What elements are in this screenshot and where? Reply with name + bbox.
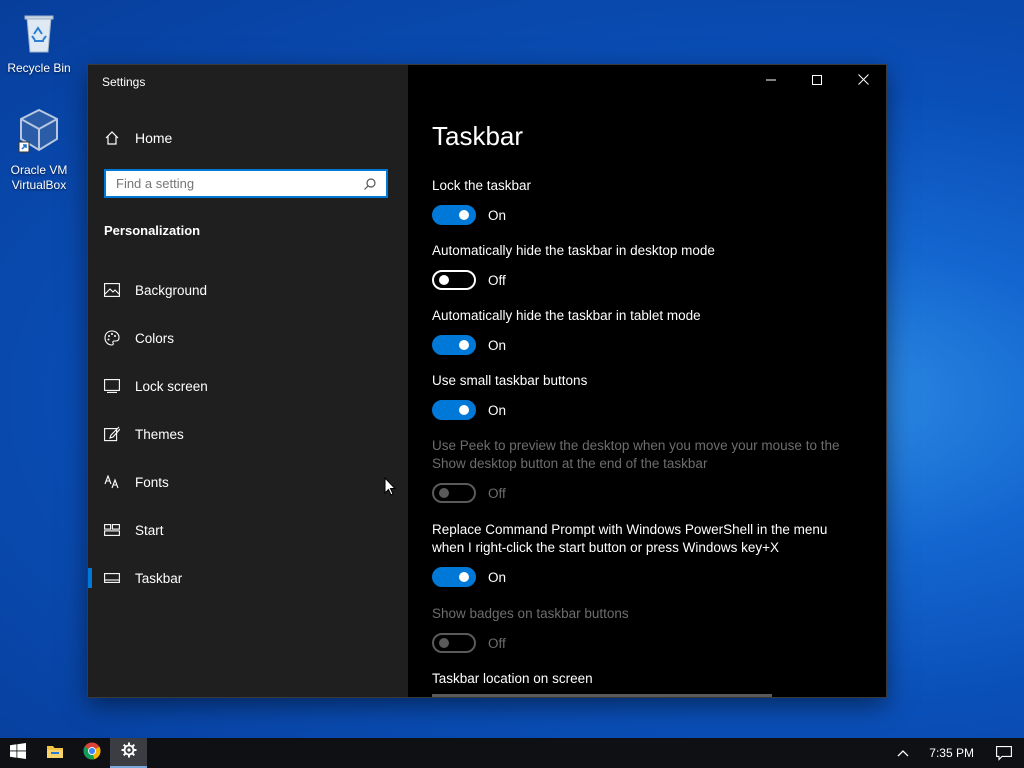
desktop-icon-virtualbox[interactable]: Oracle VM VirtualBox (0, 106, 78, 193)
desktop-icon-label: Recycle Bin (7, 61, 71, 75)
maximize-button[interactable] (794, 65, 840, 97)
show-hidden-icons-chevron-up-icon[interactable] (889, 749, 917, 757)
picture-icon (104, 282, 120, 298)
font-icon (104, 474, 120, 490)
close-icon (857, 72, 869, 90)
setting-badges: Show badges on taskbar buttons Off (432, 605, 872, 653)
minimize-button[interactable] (748, 65, 794, 97)
setting-powershell: Replace Command Prompt with Windows Powe… (432, 521, 862, 587)
settings-gear-icon (121, 742, 137, 763)
setting-lock-taskbar: Lock the taskbar On (432, 177, 872, 225)
palette-icon (104, 330, 120, 346)
toggle-switch[interactable] (432, 270, 476, 290)
maximize-icon (812, 72, 822, 90)
sidebar-item-start[interactable]: Start (88, 506, 408, 554)
desktop-icon-label: Oracle VM VirtualBox (10, 163, 68, 192)
setting-small-buttons: Use small taskbar buttons On (432, 372, 872, 420)
toggle-switch[interactable] (432, 567, 476, 587)
toggle-switch (432, 633, 476, 653)
toggle-state: Off (488, 272, 506, 288)
page-title: Taskbar (432, 121, 524, 151)
taskbar-chrome[interactable] (73, 738, 110, 768)
chrome-icon (82, 742, 101, 765)
sidebar-item-background[interactable]: Background (88, 266, 408, 314)
setting-location: Taskbar location on screen (432, 670, 872, 688)
nav-list: Background Colors Lock screen Themes Fon… (88, 266, 408, 602)
nav-home-label: Home (135, 130, 173, 146)
start-tiles-icon (104, 522, 120, 538)
close-button[interactable] (840, 65, 886, 97)
sidebar-item-label: Themes (135, 426, 184, 442)
toggle-state: On (488, 569, 507, 585)
sidebar-item-label: Lock screen (135, 378, 208, 394)
window-title: Settings (102, 75, 146, 89)
home-icon (104, 130, 120, 146)
windows-start-icon (10, 742, 26, 764)
mouse-cursor-icon (384, 476, 397, 501)
desktop-icon-recycle-bin[interactable]: Recycle Bin (0, 8, 78, 76)
sidebar-item-fonts[interactable]: Fonts (88, 458, 408, 506)
location-dropdown[interactable] (432, 694, 772, 697)
settings-window: Settings Home Personalization Background (88, 65, 886, 697)
sidebar-item-label: Colors (135, 330, 175, 346)
taskbar-settings[interactable] (110, 738, 147, 768)
section-title: Personalization (104, 223, 201, 238)
taskbar-clock[interactable]: 7:35 PM (929, 746, 974, 760)
setting-label: Lock the taskbar (432, 178, 532, 193)
setting-label: Use Peek to preview the desktop when you… (432, 438, 840, 471)
setting-autohide-desktop: Automatically hide the taskbar in deskto… (432, 242, 872, 290)
setting-autohide-tablet: Automatically hide the taskbar in tablet… (432, 307, 872, 355)
sidebar-item-colors[interactable]: Colors (88, 314, 408, 362)
sidebar-item-label: Background (135, 282, 208, 298)
taskbar-icon (104, 570, 120, 586)
virtualbox-icon (0, 106, 78, 160)
taskbar: 7:35 PM (0, 738, 1024, 768)
start-button[interactable] (0, 738, 36, 768)
sidebar-item-label: Fonts (135, 474, 169, 490)
toggle-switch (432, 483, 476, 503)
setting-label: Use small taskbar buttons (432, 373, 588, 388)
search-input[interactable] (106, 176, 360, 191)
brush-icon (104, 426, 120, 442)
toggle-state: On (488, 402, 507, 418)
system-tray: 7:35 PM (889, 738, 1024, 768)
sidebar-item-label: Taskbar (135, 570, 183, 586)
taskbar-file-explorer[interactable] (36, 738, 73, 768)
monitor-icon (104, 378, 120, 394)
toggle-switch[interactable] (432, 205, 476, 225)
setting-label: Automatically hide the taskbar in deskto… (432, 243, 715, 258)
search-box[interactable] (104, 169, 388, 198)
toggle-state: Off (488, 635, 506, 651)
setting-label: Automatically hide the taskbar in tablet… (432, 308, 701, 323)
minimize-icon (766, 72, 776, 90)
toggle-state: On (488, 207, 507, 223)
toggle-state: Off (488, 485, 506, 501)
file-explorer-icon (46, 743, 64, 764)
nav-home[interactable]: Home (104, 129, 172, 147)
sidebar-item-taskbar[interactable]: Taskbar (88, 554, 408, 602)
toggle-switch[interactable] (432, 400, 476, 420)
sidebar: Settings Home Personalization Background (88, 65, 408, 697)
setting-label: Show badges on taskbar buttons (432, 606, 629, 621)
toggle-state: On (488, 337, 507, 353)
sidebar-item-label: Start (135, 522, 164, 538)
search-icon[interactable] (360, 177, 380, 191)
sidebar-item-themes[interactable]: Themes (88, 410, 408, 458)
setting-label: Replace Command Prompt with Windows Powe… (432, 522, 828, 555)
setting-peek: Use Peek to preview the desktop when you… (432, 437, 862, 503)
recycle-bin-icon (0, 8, 78, 58)
caption-buttons (748, 65, 886, 97)
content-pane: Taskbar Lock the taskbar On Automaticall… (408, 65, 886, 697)
setting-label: Taskbar location on screen (432, 671, 593, 686)
action-center-notification-icon[interactable] (992, 745, 1024, 761)
sidebar-item-lock-screen[interactable]: Lock screen (88, 362, 408, 410)
toggle-switch[interactable] (432, 335, 476, 355)
